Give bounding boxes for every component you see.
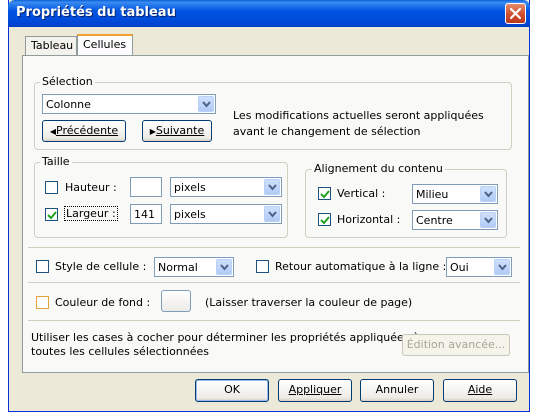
wrap-select[interactable]: Oui <box>446 257 512 277</box>
horizontal-align-value: Centre <box>416 214 453 227</box>
divider <box>28 247 520 248</box>
previous-button-label: Précédente <box>56 124 119 137</box>
cancel-button[interactable]: Annuler <box>360 379 434 402</box>
selection-combo[interactable]: Colonne <box>42 94 216 114</box>
advanced-edit-button[interactable]: Édition avancée... <box>402 334 510 356</box>
chevron-down-icon[interactable] <box>264 206 280 222</box>
tab-tableau[interactable]: Tableau <box>25 36 77 55</box>
width-unit-select[interactable]: pixels <box>170 204 282 224</box>
wrap-checkbox[interactable] <box>256 260 269 273</box>
height-unit-select[interactable]: pixels <box>170 177 282 197</box>
background-color-checkbox[interactable] <box>36 296 49 309</box>
window-title: Propriétés du tableau <box>16 5 176 20</box>
checkmark-icon <box>47 211 57 220</box>
height-unit-value: pixels <box>174 181 206 194</box>
horizontal-checkbox[interactable] <box>318 213 331 226</box>
next-button-label: Suivante <box>155 124 205 137</box>
chevron-down-icon[interactable] <box>198 96 214 112</box>
selection-info-line-1: Les modifications actuelles seront appli… <box>233 109 484 122</box>
chevron-down-icon[interactable] <box>494 259 510 275</box>
cell-style-value: Normal <box>158 261 198 274</box>
size-legend: Taille <box>40 155 72 168</box>
alignment-legend: Alignement du contenu <box>312 162 445 175</box>
tab-cellules[interactable]: Cellules <box>77 34 133 55</box>
cell-style-select[interactable]: Normal <box>154 257 234 277</box>
height-label: Hauteur : <box>65 181 117 194</box>
next-button[interactable]: ▶Suivante <box>142 120 212 142</box>
help-button[interactable]: Aide <box>443 379 517 402</box>
horizontal-align-select[interactable]: Centre <box>412 210 498 230</box>
width-input-value: 141 <box>134 208 155 221</box>
wrap-value: Oui <box>450 261 469 274</box>
vertical-label: Vertical : <box>337 187 386 200</box>
chevron-down-icon[interactable] <box>480 186 496 202</box>
advanced-text-line-2: toutes les cellules sélectionnées <box>31 345 210 358</box>
tab-cellules-label: Cellules <box>83 38 127 51</box>
horizontal-label: Horizontal : <box>337 213 401 226</box>
width-checkbox[interactable] <box>45 208 58 221</box>
background-color-hint: (Laisser traverser la couleur de page) <box>205 296 413 309</box>
width-label: Largeur : <box>64 206 118 221</box>
divider <box>28 282 520 283</box>
vertical-align-value: Milieu <box>416 188 449 201</box>
selection-legend: Sélection <box>40 75 95 88</box>
close-button[interactable] <box>505 3 526 24</box>
divider <box>28 320 520 321</box>
help-button-label: Aide <box>467 383 493 396</box>
height-checkbox[interactable] <box>45 181 58 194</box>
width-unit-value: pixels <box>174 208 206 221</box>
close-icon <box>509 7 522 20</box>
wrap-label: Retour automatique à la ligne : <box>275 260 447 273</box>
checkmark-icon <box>320 190 330 199</box>
chevron-down-icon[interactable] <box>480 212 496 228</box>
advanced-text-line-1: Utiliser les cases à cocher pour détermi… <box>31 331 420 344</box>
apply-button[interactable]: Appliquer <box>278 379 352 402</box>
cell-style-checkbox[interactable] <box>36 260 49 273</box>
cancel-button-label: Annuler <box>375 383 419 396</box>
selection-info-line-2: avant le changement de sélection <box>233 125 421 138</box>
height-input[interactable] <box>130 177 162 197</box>
tab-tableau-label: Tableau <box>31 39 74 52</box>
selection-combo-value: Colonne <box>46 98 91 111</box>
chevron-down-icon[interactable] <box>216 259 232 275</box>
vertical-align-select[interactable]: Milieu <box>412 184 498 204</box>
color-picker-button[interactable] <box>161 290 191 312</box>
size-group <box>34 162 288 238</box>
cell-style-label: Style de cellule : <box>55 260 147 273</box>
apply-button-label: Appliquer <box>288 383 342 396</box>
width-input[interactable]: 141 <box>130 204 162 224</box>
advanced-edit-label: Édition avancée... <box>406 338 506 351</box>
ok-button[interactable]: OK <box>195 379 269 402</box>
checkmark-icon <box>320 216 330 225</box>
vertical-checkbox[interactable] <box>318 187 331 200</box>
chevron-down-icon[interactable] <box>264 179 280 195</box>
previous-button[interactable]: ◀Précédente <box>42 120 126 142</box>
ok-button-label: OK <box>224 383 240 396</box>
background-color-label: Couleur de fond : <box>55 296 151 309</box>
